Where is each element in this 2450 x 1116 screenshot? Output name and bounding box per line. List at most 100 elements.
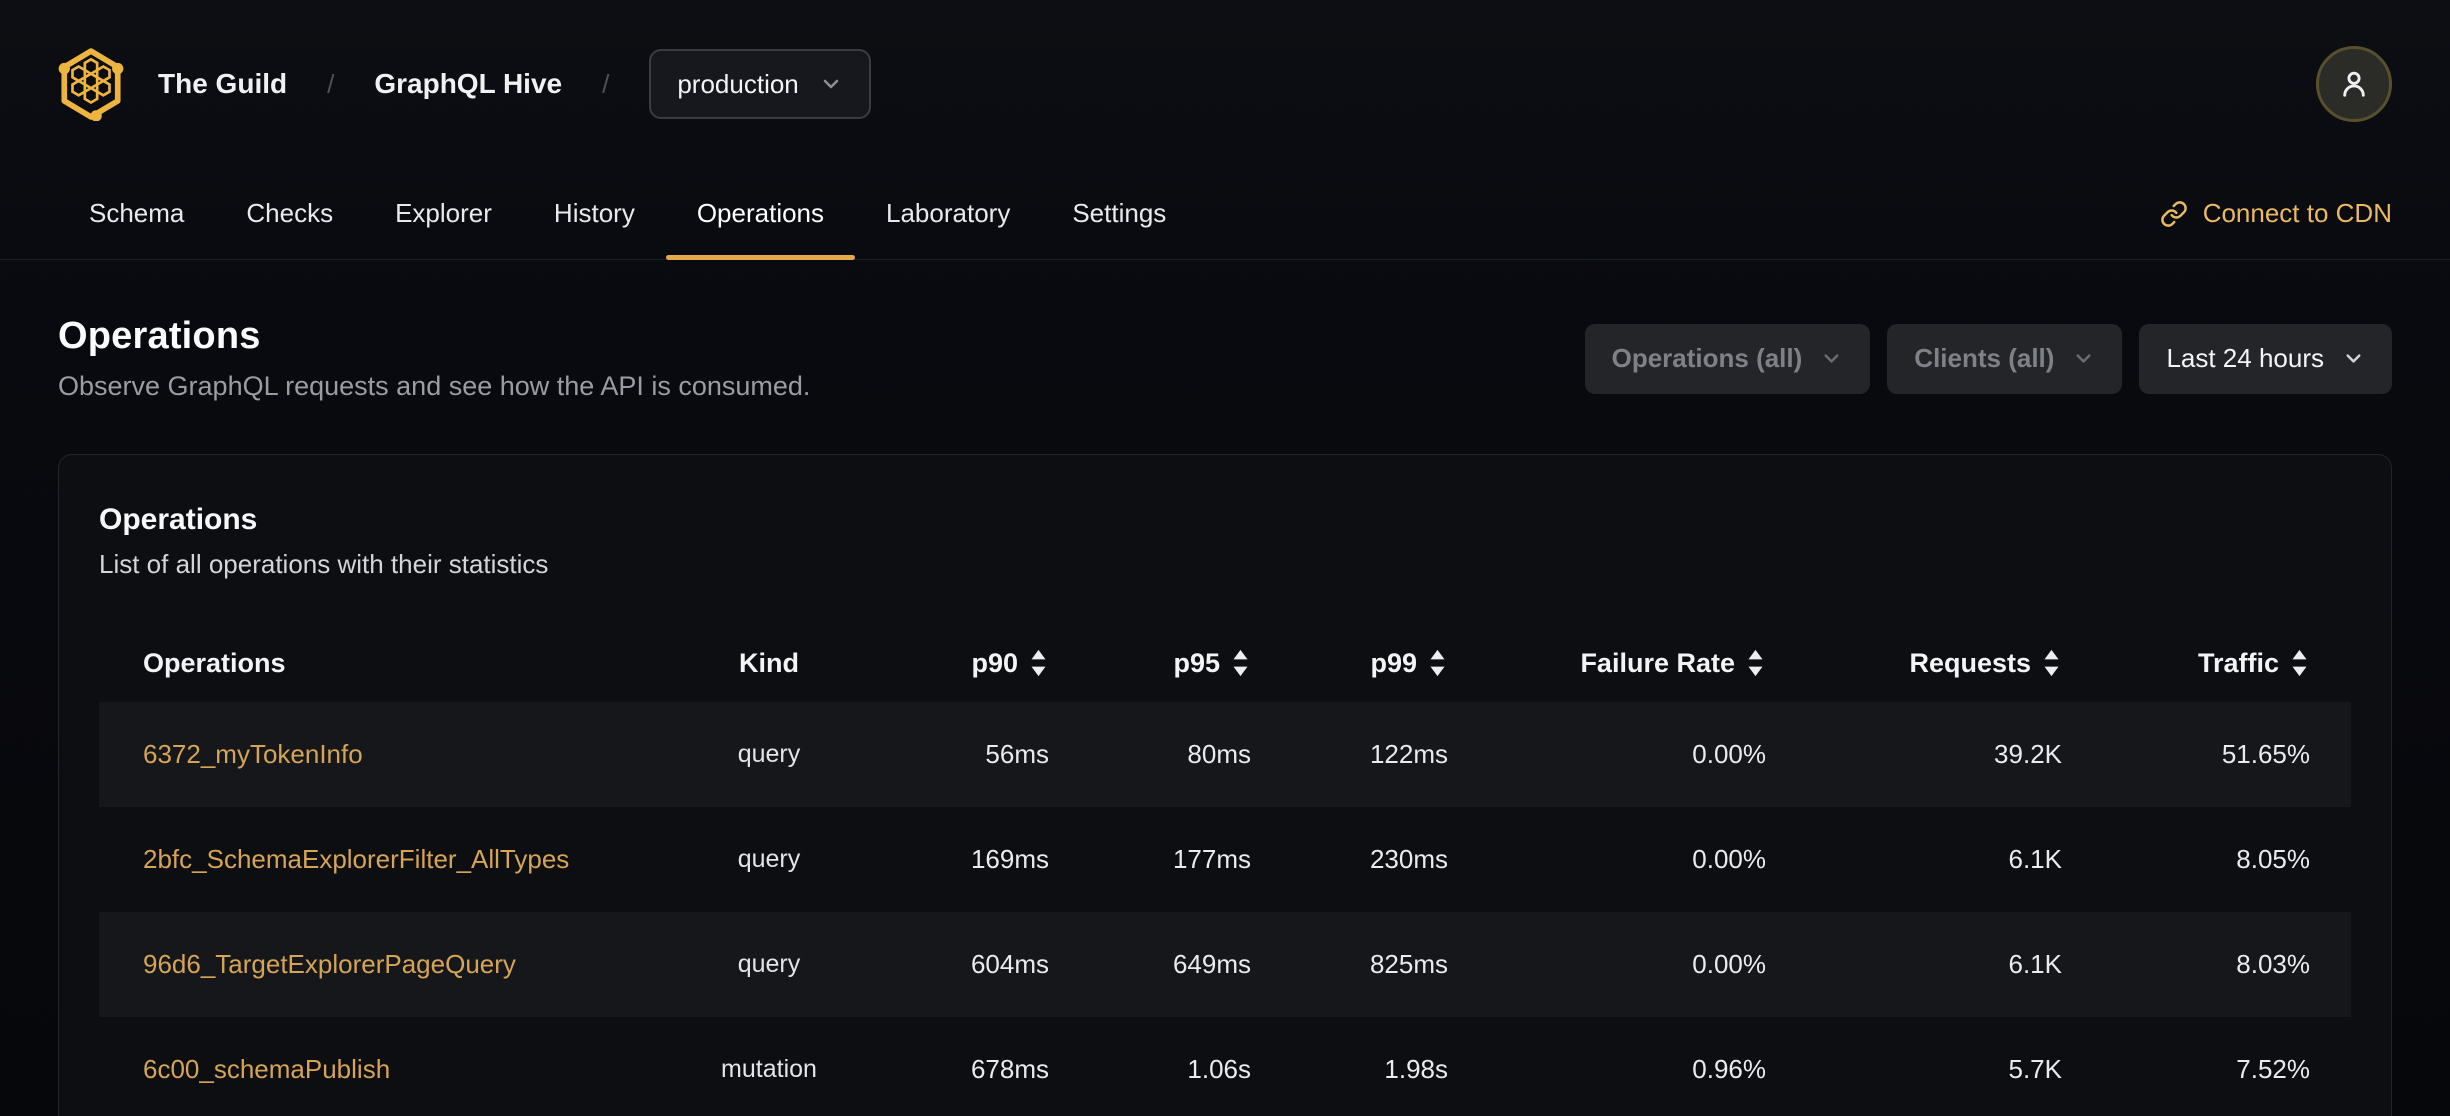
filter-label: Last 24 hours — [2166, 343, 2324, 373]
caret-sort-icon[interactable] — [2289, 648, 2310, 678]
chevron-down-icon — [2342, 347, 2365, 370]
operation-link[interactable]: 2bfc_SchemaExplorerFilter_AllTypes — [143, 844, 569, 874]
caret-sort-icon[interactable] — [1230, 648, 1251, 678]
target-selector-value: production — [677, 68, 799, 99]
breadcrumb-product[interactable]: GraphQL Hive — [374, 68, 562, 100]
p95-cell: 1.06s — [1187, 1054, 1251, 1084]
topbar: The Guild / GraphQL Hive / production — [0, 0, 2450, 168]
p90-cell: 604ms — [970, 949, 1049, 979]
column-header-requests[interactable]: Requests — [1766, 648, 2062, 679]
page-header: Operations Observe GraphQL requests and … — [58, 315, 2392, 402]
chevron-down-icon — [2072, 347, 2095, 370]
tab-schema[interactable]: Schema — [58, 168, 215, 259]
breadcrumb-org[interactable]: The Guild — [158, 68, 287, 100]
tab-checks[interactable]: Checks — [215, 168, 364, 259]
column-header-p90[interactable]: p90 — [919, 648, 1049, 679]
p95-cell: 177ms — [1172, 844, 1251, 874]
traffic-cell: 8.03% — [2236, 949, 2310, 979]
tab-settings[interactable]: Settings — [1041, 168, 1197, 259]
column-header-label: Operations — [143, 647, 286, 678]
operation-cell: 96d6_TargetExplorerPageQuery — [99, 949, 619, 980]
operation-link[interactable]: 6372_myTokenInfo — [143, 739, 363, 769]
table-header-row: Operations Kind p90 p95 p99 Failure Rate Reque… — [99, 624, 2351, 702]
filter-label: Clients (all) — [1914, 343, 2055, 373]
failure-rate-cell: 0.96% — [1692, 1054, 1766, 1084]
column-header-p95[interactable]: p95 — [1049, 648, 1251, 679]
column-header-traffic[interactable]: Traffic — [2062, 648, 2351, 679]
p90-cell: 169ms — [970, 844, 1049, 874]
kind-cell: query — [737, 740, 801, 768]
operations-card: Operations List of all operations with t… — [58, 454, 2392, 1116]
connect-to-cdn-link[interactable]: Connect to CDN — [2160, 168, 2392, 259]
traffic-cell: 7.52% — [2236, 1054, 2310, 1084]
operation-link[interactable]: 6c00_schemaPublish — [143, 1054, 390, 1084]
filter-dropdown-clients-all[interactable]: Clients (all) — [1887, 323, 2123, 394]
p99-cell: 230ms — [1369, 844, 1448, 874]
kind-cell: query — [737, 950, 801, 978]
traffic-cell: 8.05% — [2236, 844, 2310, 874]
failure-rate-cell: 0.00% — [1692, 844, 1766, 874]
breadcrumb-separator: / — [602, 68, 610, 99]
table-body: 6372_myTokenInfo query 56ms 80ms 122ms 0.00% 3… — [99, 702, 2351, 1116]
chevron-down-icon — [819, 72, 843, 96]
card-subtitle: List of all operations with their statis… — [99, 549, 549, 579]
tab-operations[interactable]: Operations — [665, 168, 856, 260]
connect-to-cdn-label: Connect to CDN — [2202, 198, 2392, 228]
caret-sort-icon[interactable] — [1427, 648, 1448, 678]
table-row: 6372_myTokenInfo query 56ms 80ms 122ms 0.00% 3… — [99, 702, 2351, 807]
table-row: 2bfc_SchemaExplorerFilter_AllTypes query 1… — [99, 807, 2351, 912]
caret-sort-icon[interactable] — [1745, 648, 1766, 678]
target-selector-dropdown[interactable]: production — [649, 49, 871, 119]
operations-table: Operations Kind p90 p95 p99 Failure Rate Reque… — [99, 624, 2351, 1116]
operation-link[interactable]: 96d6_TargetExplorerPageQuery — [143, 949, 516, 979]
page-header-titles: Operations Observe GraphQL requests and … — [58, 315, 810, 402]
user-icon — [2336, 66, 2372, 102]
nav-tabs: Schema Checks Explorer History Operations Lab… — [58, 168, 1197, 260]
filter-label: Operations (all) — [1611, 343, 1803, 373]
page-subtitle: Observe GraphQL requests and see how the… — [58, 371, 811, 401]
hive-logo-icon[interactable] — [58, 47, 124, 121]
column-header-label: Requests — [1909, 647, 2031, 678]
p90-cell: 56ms — [985, 739, 1049, 769]
user-avatar-button[interactable] — [2316, 46, 2392, 122]
tab-laboratory[interactable]: Laboratory — [855, 168, 1041, 259]
traffic-cell: 51.65% — [2221, 739, 2310, 769]
breadcrumb: The Guild / GraphQL Hive / production — [58, 47, 871, 121]
kind-cell: mutation — [721, 1055, 817, 1083]
column-header-kind: Kind — [619, 648, 919, 679]
operation-cell: 6c00_schemaPublish — [99, 1054, 619, 1085]
column-header-label: p90 — [971, 647, 1018, 678]
column-header-p99[interactable]: p99 — [1251, 648, 1448, 679]
filter-dropdown-last-24-hours[interactable]: Last 24 hours — [2139, 323, 2392, 394]
caret-sort-icon[interactable] — [1028, 648, 1049, 678]
table-row: 6c00_schemaPublish mutation 678ms 1.06s 1.98… — [99, 1017, 2351, 1116]
requests-cell: 6.1K — [2008, 844, 2063, 874]
p90-cell: 678ms — [970, 1054, 1049, 1084]
filter-bar: Operations (all) Clients (all) Last 24 hou… — [1584, 323, 2392, 394]
requests-cell: 5.7K — [2008, 1054, 2063, 1084]
tab-history[interactable]: History — [523, 168, 666, 259]
p95-cell: 649ms — [1172, 949, 1251, 979]
failure-rate-cell: 0.00% — [1692, 949, 1766, 979]
page-title: Operations — [58, 315, 261, 357]
p99-cell: 1.98s — [1384, 1054, 1448, 1084]
column-header-label: p95 — [1173, 647, 1220, 678]
caret-sort-icon[interactable] — [2041, 648, 2062, 678]
table-row: 96d6_TargetExplorerPageQuery query 604ms 64… — [99, 912, 2351, 1017]
main-content: Operations Observe GraphQL requests and … — [0, 315, 2450, 1116]
p99-cell: 825ms — [1369, 949, 1448, 979]
link-icon — [2160, 200, 2188, 228]
column-header-failure-rate[interactable]: Failure Rate — [1448, 648, 1766, 679]
breadcrumb-separator: / — [327, 68, 335, 99]
column-header-operations: Operations — [99, 648, 619, 679]
column-header-label: Traffic — [2197, 647, 2279, 678]
card-title: Operations — [99, 503, 258, 536]
column-header-label: Failure Rate — [1580, 647, 1735, 678]
filter-dropdown-operations-all[interactable]: Operations (all) — [1584, 323, 1871, 394]
tab-explorer[interactable]: Explorer — [364, 168, 523, 259]
p95-cell: 80ms — [1187, 739, 1251, 769]
operation-cell: 6372_myTokenInfo — [99, 739, 619, 770]
requests-cell: 39.2K — [1994, 739, 2062, 769]
target-nav: Schema Checks Explorer History Operations Lab… — [0, 168, 2450, 260]
